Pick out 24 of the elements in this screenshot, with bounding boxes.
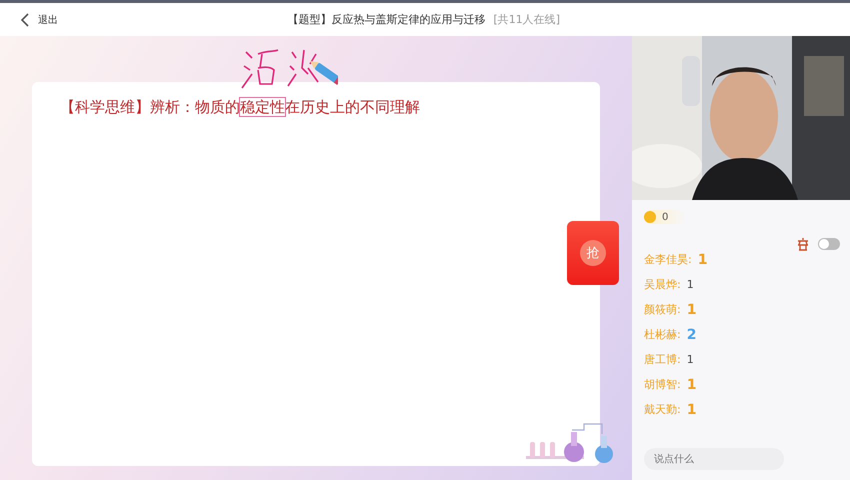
medal-number: 2 xyxy=(686,328,696,342)
coin-counter: 0 xyxy=(644,210,686,224)
chat-user-name: 颜筱萌: xyxy=(644,302,681,317)
chat-message: 1 xyxy=(686,278,694,291)
chat-input-field[interactable]: 说点什么 xyxy=(644,448,784,470)
toggle-switch[interactable] xyxy=(818,238,840,250)
back-button[interactable]: 退出 xyxy=(16,10,62,28)
medal-number: 1 xyxy=(686,402,696,416)
back-icon xyxy=(20,12,30,26)
chat-user-name: 唐工博: xyxy=(644,352,681,367)
chat-user-name: 金李佳昊: xyxy=(644,252,692,267)
medal-number: 1 xyxy=(686,302,696,316)
chat-message: 1 xyxy=(686,353,694,366)
coin-icon xyxy=(644,211,656,223)
online-count: [共11人在线] xyxy=(493,12,560,27)
chat-user-name: 杜彬赫: xyxy=(644,327,681,342)
chat-user-name: 胡博智: xyxy=(644,377,681,392)
medal-number: 1 xyxy=(686,378,696,392)
chat-user-name: 戴天勤: xyxy=(644,402,681,417)
medal-number: 1 xyxy=(698,252,708,266)
chat-user-name: 吴晨烨: xyxy=(644,277,681,292)
lesson-title: 【题型】反应热与盖斯定律的应用与迁移 xyxy=(287,12,486,27)
slide-heading: 【科学思维】辨析：物质的稳定性在历史上的不同理解 xyxy=(60,98,421,117)
ranking-icon[interactable] xyxy=(796,237,810,251)
